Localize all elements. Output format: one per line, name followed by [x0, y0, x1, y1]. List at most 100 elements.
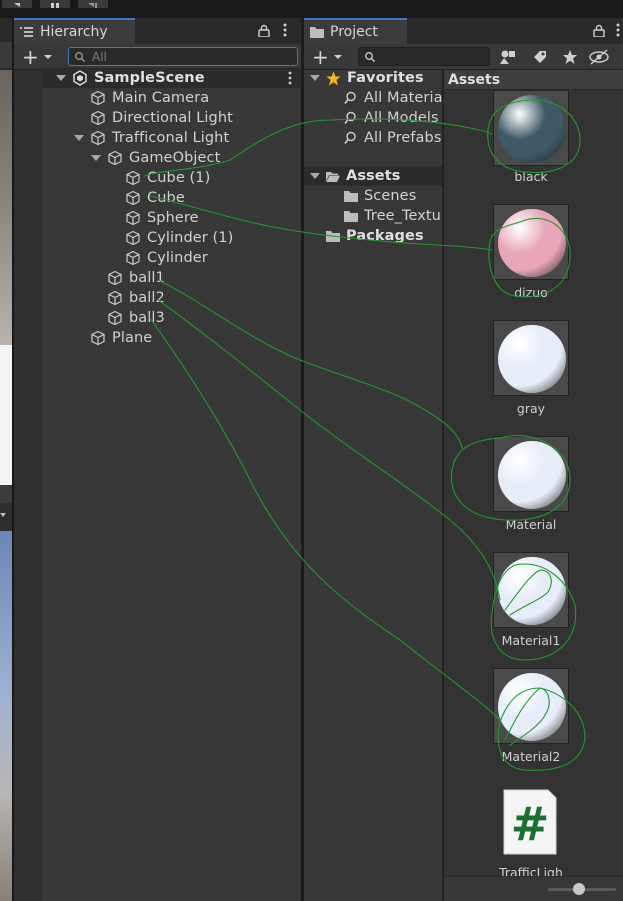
star-icon[interactable] — [562, 49, 578, 65]
cube-icon — [91, 130, 105, 146]
scene-name: SampleScene — [94, 70, 205, 86]
favorites-header[interactable]: Favorites — [310, 68, 424, 88]
favorite-item-all-prefabs[interactable]: All Prefabs — [344, 128, 442, 148]
hierarchy-item-plane[interactable]: Plane — [90, 328, 152, 348]
unity-scene-icon — [73, 70, 87, 86]
hidden-packages-icon[interactable] — [588, 48, 610, 65]
tab-hierarchy[interactable]: Hierarchy — [14, 18, 135, 44]
favorite-item-all-models[interactable]: All Models — [344, 108, 439, 128]
asset-tile-material1[interactable] — [493, 552, 569, 628]
search-by-type-icon[interactable] — [500, 49, 518, 65]
label-tag-icon[interactable] — [532, 49, 548, 65]
hierarchy-search-input[interactable]: All — [68, 47, 298, 66]
cube-icon — [91, 330, 105, 346]
hierarchy-item-label: Cube — [147, 190, 185, 206]
expand-arrow-icon[interactable] — [74, 133, 84, 143]
scene-view-edge[interactable] — [0, 18, 12, 901]
assets-folder-row[interactable]: Assets — [304, 166, 442, 186]
hierarchy-item-gameobject[interactable]: GameObject — [91, 148, 220, 168]
zoom-slider-thumb[interactable] — [573, 883, 585, 895]
cube-icon — [91, 90, 105, 106]
hierarchy-item-main-camera[interactable]: Main Camera — [90, 88, 209, 108]
expand-arrow-icon[interactable] — [91, 153, 101, 163]
game-view-render — [0, 531, 12, 901]
hierarchy-item-ball2[interactable]: ball2 — [107, 288, 165, 308]
search-icon — [344, 91, 356, 104]
asset-tile-material[interactable] — [493, 436, 569, 512]
lock-icon[interactable] — [593, 24, 605, 37]
folder-item-label: Tree_Textu — [364, 208, 441, 224]
expand-arrow-icon[interactable] — [310, 171, 320, 181]
scene-toolbar-edge — [0, 42, 12, 68]
project-panel: Project + Favorites All Materia All Mode… — [304, 18, 623, 901]
search-icon — [344, 131, 356, 144]
expand-arrow-icon[interactable] — [56, 73, 66, 83]
lock-icon[interactable] — [258, 24, 270, 37]
star-icon — [326, 71, 341, 85]
play-icon — [14, 3, 20, 7]
material-preview-material2 — [498, 673, 566, 741]
hierarchy-item-cylinder[interactable]: Cylinder — [125, 248, 208, 268]
csharp-script-icon: # — [503, 789, 557, 855]
tab-strip — [407, 18, 623, 44]
project-search-input[interactable] — [358, 47, 490, 66]
asset-label-material1: Material1 — [501, 633, 561, 648]
hierarchy-item-label: GameObject — [129, 150, 221, 166]
asset-path-label: Assets — [448, 71, 501, 88]
material-preview-material — [498, 441, 566, 509]
folder-item-scenes[interactable]: Scenes — [344, 186, 416, 206]
folder-item-tree-textures[interactable]: Tree_Textu — [344, 206, 441, 226]
asset-label-material: Material — [505, 517, 557, 532]
play-button[interactable] — [2, 0, 32, 8]
hierarchy-item-cylinder-1[interactable]: Cylinder (1) — [125, 228, 233, 248]
hierarchy-tree: SampleScene Main Camera Directional Ligh… — [14, 68, 301, 901]
game-view-tab[interactable] — [0, 485, 12, 503]
create-dropdown[interactable]: + — [312, 47, 352, 67]
kebab-menu-icon[interactable] — [287, 71, 293, 85]
tab-project[interactable]: Project — [304, 18, 407, 44]
project-footer — [444, 876, 623, 901]
cube-icon — [108, 290, 122, 306]
search-icon — [75, 51, 85, 62]
hierarchy-item-trafficonal-light[interactable]: Trafficonal Light — [74, 128, 229, 148]
material-preview-black — [498, 95, 566, 163]
create-dropdown[interactable]: + — [22, 47, 62, 67]
hierarchy-item-ball3[interactable]: ball3 — [107, 308, 165, 328]
kebab-menu-icon[interactable] — [282, 23, 288, 37]
asset-tile-gray[interactable] — [493, 320, 569, 396]
tab-project-label: Project — [330, 24, 378, 40]
asset-tile-dizuo[interactable] — [493, 204, 569, 280]
favorite-item-label: All Materia — [364, 90, 443, 106]
material-preview-material1 — [498, 557, 566, 625]
cube-icon — [108, 310, 122, 326]
cube-icon — [126, 230, 140, 246]
step-button[interactable] — [78, 0, 108, 8]
packages-folder-row[interactable]: Packages — [326, 226, 424, 246]
scene-row[interactable]: SampleScene — [42, 68, 301, 88]
hierarchy-item-label: Cylinder (1) — [147, 230, 234, 246]
hierarchy-panel: Hierarchy + All SampleScene Main Camera … — [14, 18, 301, 901]
hierarchy-item-label: Sphere — [147, 210, 199, 226]
chevron-down-icon — [43, 54, 52, 59]
favorite-item-all-materials[interactable]: All Materia — [344, 88, 443, 108]
chevron-down-icon — [333, 54, 342, 59]
expand-arrow-icon[interactable] — [310, 73, 320, 83]
cube-icon — [126, 250, 140, 266]
pause-button[interactable] — [40, 0, 70, 8]
hierarchy-item-sphere[interactable]: Sphere — [125, 208, 199, 228]
folder-item-label: Scenes — [364, 188, 417, 204]
hierarchy-item-cube-1[interactable]: Cube (1) — [125, 168, 210, 188]
search-icon — [344, 111, 356, 124]
search-placeholder: All — [92, 49, 107, 64]
asset-tile-black[interactable] — [493, 90, 569, 166]
asset-tile-trafficlight-script[interactable]: # — [500, 788, 560, 856]
cube-icon — [126, 170, 140, 186]
hierarchy-item-ball1[interactable]: ball1 — [107, 268, 165, 288]
hierarchy-item-directional-light[interactable]: Directional Light — [90, 108, 233, 128]
asset-tile-material2[interactable] — [493, 668, 569, 744]
folder-icon — [344, 190, 358, 202]
kebab-menu-icon[interactable] — [615, 23, 621, 37]
hierarchy-item-cube[interactable]: Cube — [125, 188, 185, 208]
hierarchy-item-label: Cube (1) — [147, 170, 211, 186]
hierarchy-toolbar: + All — [14, 44, 301, 70]
